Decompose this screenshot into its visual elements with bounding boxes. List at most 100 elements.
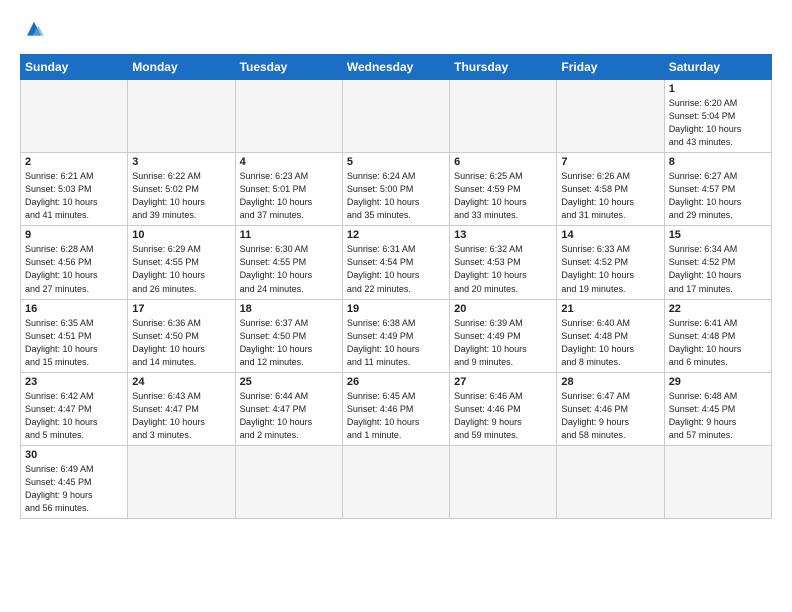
calendar-cell: 11 Sunrise: 6:30 AM Sunset: 4:55 PM Dayli… [235, 226, 342, 299]
day-number: 9 [25, 229, 123, 241]
calendar-cell: 9Sunrise: 6:28 AM Sunset: 4:56 PM Daylig… [21, 226, 128, 299]
weekday-header-row: SundayMondayTuesdayWednesdayThursdayFrid… [21, 55, 772, 80]
calendar-cell: 27Sunrise: 6:46 AM Sunset: 4:46 PM Dayli… [450, 372, 557, 445]
day-number: 11 [240, 229, 338, 241]
week-row-1: 2 Sunrise: 6:21 AM Sunset: 5:03 PM Daylig… [21, 153, 772, 226]
calendar-cell [342, 80, 449, 153]
day-info: Sunrise: 6:41 AM Sunset: 4:48 PM Dayligh… [669, 317, 767, 369]
day-number: 10 [132, 229, 230, 241]
day-number: 17 [132, 303, 230, 315]
day-info: Sunrise: 6:25 AM Sunset: 4:59 PM Dayligh… [454, 170, 552, 222]
day-number: 5 [347, 156, 445, 168]
day-number: 26 [347, 376, 445, 388]
calendar: SundayMondayTuesdayWednesdayThursdayFrid… [20, 54, 772, 519]
day-number: 3 [132, 156, 230, 168]
calendar-cell: 13 Sunrise: 6:32 AM Sunset: 4:53 PM Dayli… [450, 226, 557, 299]
calendar-cell [664, 445, 771, 518]
calendar-cell [450, 80, 557, 153]
weekday-header-sunday: Sunday [21, 55, 128, 80]
day-info: Sunrise: 6:21 AM Sunset: 5:03 PM Dayligh… [25, 170, 123, 222]
calendar-cell [21, 80, 128, 153]
day-number: 22 [669, 303, 767, 315]
day-info: Sunrise: 6:32 AM Sunset: 4:53 PM Dayligh… [454, 243, 552, 295]
day-number: 2 [25, 156, 123, 168]
calendar-cell [557, 445, 664, 518]
page: SundayMondayTuesdayWednesdayThursdayFrid… [0, 0, 792, 529]
week-row-0: 1 Sunrise: 6:20 AM Sunset: 5:04 PM Daylig… [21, 80, 772, 153]
calendar-cell [342, 445, 449, 518]
calendar-cell: 24 Sunrise: 6:43 AM Sunset: 4:47 PM Dayli… [128, 372, 235, 445]
calendar-cell: 12 Sunrise: 6:31 AM Sunset: 4:54 PM Dayli… [342, 226, 449, 299]
day-number: 30 [25, 449, 123, 461]
day-number: 14 [561, 229, 659, 241]
day-info: Sunrise: 6:46 AM Sunset: 4:46 PM Dayligh… [454, 390, 552, 442]
calendar-cell: 2 Sunrise: 6:21 AM Sunset: 5:03 PM Daylig… [21, 153, 128, 226]
day-info: Sunrise: 6:29 AM Sunset: 4:55 PM Dayligh… [132, 243, 230, 295]
calendar-cell: 15 Sunrise: 6:34 AM Sunset: 4:52 PM Dayli… [664, 226, 771, 299]
week-row-3: 16Sunrise: 6:35 AM Sunset: 4:51 PM Dayli… [21, 299, 772, 372]
weekday-header-thursday: Thursday [450, 55, 557, 80]
calendar-cell [557, 80, 664, 153]
day-info: Sunrise: 6:22 AM Sunset: 5:02 PM Dayligh… [132, 170, 230, 222]
day-info: Sunrise: 6:43 AM Sunset: 4:47 PM Dayligh… [132, 390, 230, 442]
day-info: Sunrise: 6:47 AM Sunset: 4:46 PM Dayligh… [561, 390, 659, 442]
logo [20, 16, 52, 44]
calendar-cell: 19 Sunrise: 6:38 AM Sunset: 4:49 PM Dayli… [342, 299, 449, 372]
calendar-cell [128, 80, 235, 153]
weekday-header-tuesday: Tuesday [235, 55, 342, 80]
week-row-5: 30 Sunrise: 6:49 AM Sunset: 4:45 PM Dayli… [21, 445, 772, 518]
calendar-cell: 7 Sunrise: 6:26 AM Sunset: 4:58 PM Daylig… [557, 153, 664, 226]
header [20, 16, 772, 44]
day-number: 15 [669, 229, 767, 241]
day-number: 19 [347, 303, 445, 315]
day-info: Sunrise: 6:49 AM Sunset: 4:45 PM Dayligh… [25, 463, 123, 515]
calendar-cell [235, 80, 342, 153]
day-info: Sunrise: 6:33 AM Sunset: 4:52 PM Dayligh… [561, 243, 659, 295]
day-info: Sunrise: 6:30 AM Sunset: 4:55 PM Dayligh… [240, 243, 338, 295]
calendar-cell: 6 Sunrise: 6:25 AM Sunset: 4:59 PM Daylig… [450, 153, 557, 226]
day-info: Sunrise: 6:45 AM Sunset: 4:46 PM Dayligh… [347, 390, 445, 442]
day-number: 29 [669, 376, 767, 388]
calendar-cell: 23 Sunrise: 6:42 AM Sunset: 4:47 PM Dayli… [21, 372, 128, 445]
day-number: 28 [561, 376, 659, 388]
day-info: Sunrise: 6:40 AM Sunset: 4:48 PM Dayligh… [561, 317, 659, 369]
day-info: Sunrise: 6:44 AM Sunset: 4:47 PM Dayligh… [240, 390, 338, 442]
day-number: 1 [669, 83, 767, 95]
week-row-2: 9Sunrise: 6:28 AM Sunset: 4:56 PM Daylig… [21, 226, 772, 299]
day-info: Sunrise: 6:27 AM Sunset: 4:57 PM Dayligh… [669, 170, 767, 222]
calendar-cell: 25 Sunrise: 6:44 AM Sunset: 4:47 PM Dayli… [235, 372, 342, 445]
calendar-cell: 4Sunrise: 6:23 AM Sunset: 5:01 PM Daylig… [235, 153, 342, 226]
day-info: Sunrise: 6:23 AM Sunset: 5:01 PM Dayligh… [240, 170, 338, 222]
day-info: Sunrise: 6:34 AM Sunset: 4:52 PM Dayligh… [669, 243, 767, 295]
day-info: Sunrise: 6:24 AM Sunset: 5:00 PM Dayligh… [347, 170, 445, 222]
day-number: 7 [561, 156, 659, 168]
day-info: Sunrise: 6:20 AM Sunset: 5:04 PM Dayligh… [669, 97, 767, 149]
day-info: Sunrise: 6:38 AM Sunset: 4:49 PM Dayligh… [347, 317, 445, 369]
day-info: Sunrise: 6:36 AM Sunset: 4:50 PM Dayligh… [132, 317, 230, 369]
day-number: 6 [454, 156, 552, 168]
calendar-cell: 8 Sunrise: 6:27 AM Sunset: 4:57 PM Daylig… [664, 153, 771, 226]
calendar-cell: 3 Sunrise: 6:22 AM Sunset: 5:02 PM Daylig… [128, 153, 235, 226]
day-info: Sunrise: 6:39 AM Sunset: 4:49 PM Dayligh… [454, 317, 552, 369]
calendar-cell: 1 Sunrise: 6:20 AM Sunset: 5:04 PM Daylig… [664, 80, 771, 153]
calendar-cell: 26 Sunrise: 6:45 AM Sunset: 4:46 PM Dayli… [342, 372, 449, 445]
day-info: Sunrise: 6:26 AM Sunset: 4:58 PM Dayligh… [561, 170, 659, 222]
calendar-cell [450, 445, 557, 518]
calendar-cell: 30 Sunrise: 6:49 AM Sunset: 4:45 PM Dayli… [21, 445, 128, 518]
day-number: 12 [347, 229, 445, 241]
day-number: 23 [25, 376, 123, 388]
day-number: 24 [132, 376, 230, 388]
day-number: 25 [240, 376, 338, 388]
calendar-cell [235, 445, 342, 518]
weekday-header-saturday: Saturday [664, 55, 771, 80]
day-info: Sunrise: 6:31 AM Sunset: 4:54 PM Dayligh… [347, 243, 445, 295]
calendar-cell: 29Sunrise: 6:48 AM Sunset: 4:45 PM Dayli… [664, 372, 771, 445]
day-number: 21 [561, 303, 659, 315]
weekday-header-monday: Monday [128, 55, 235, 80]
day-number: 8 [669, 156, 767, 168]
calendar-cell: 14 Sunrise: 6:33 AM Sunset: 4:52 PM Dayli… [557, 226, 664, 299]
day-info: Sunrise: 6:42 AM Sunset: 4:47 PM Dayligh… [25, 390, 123, 442]
day-number: 13 [454, 229, 552, 241]
day-info: Sunrise: 6:37 AM Sunset: 4:50 PM Dayligh… [240, 317, 338, 369]
week-row-4: 23 Sunrise: 6:42 AM Sunset: 4:47 PM Dayli… [21, 372, 772, 445]
